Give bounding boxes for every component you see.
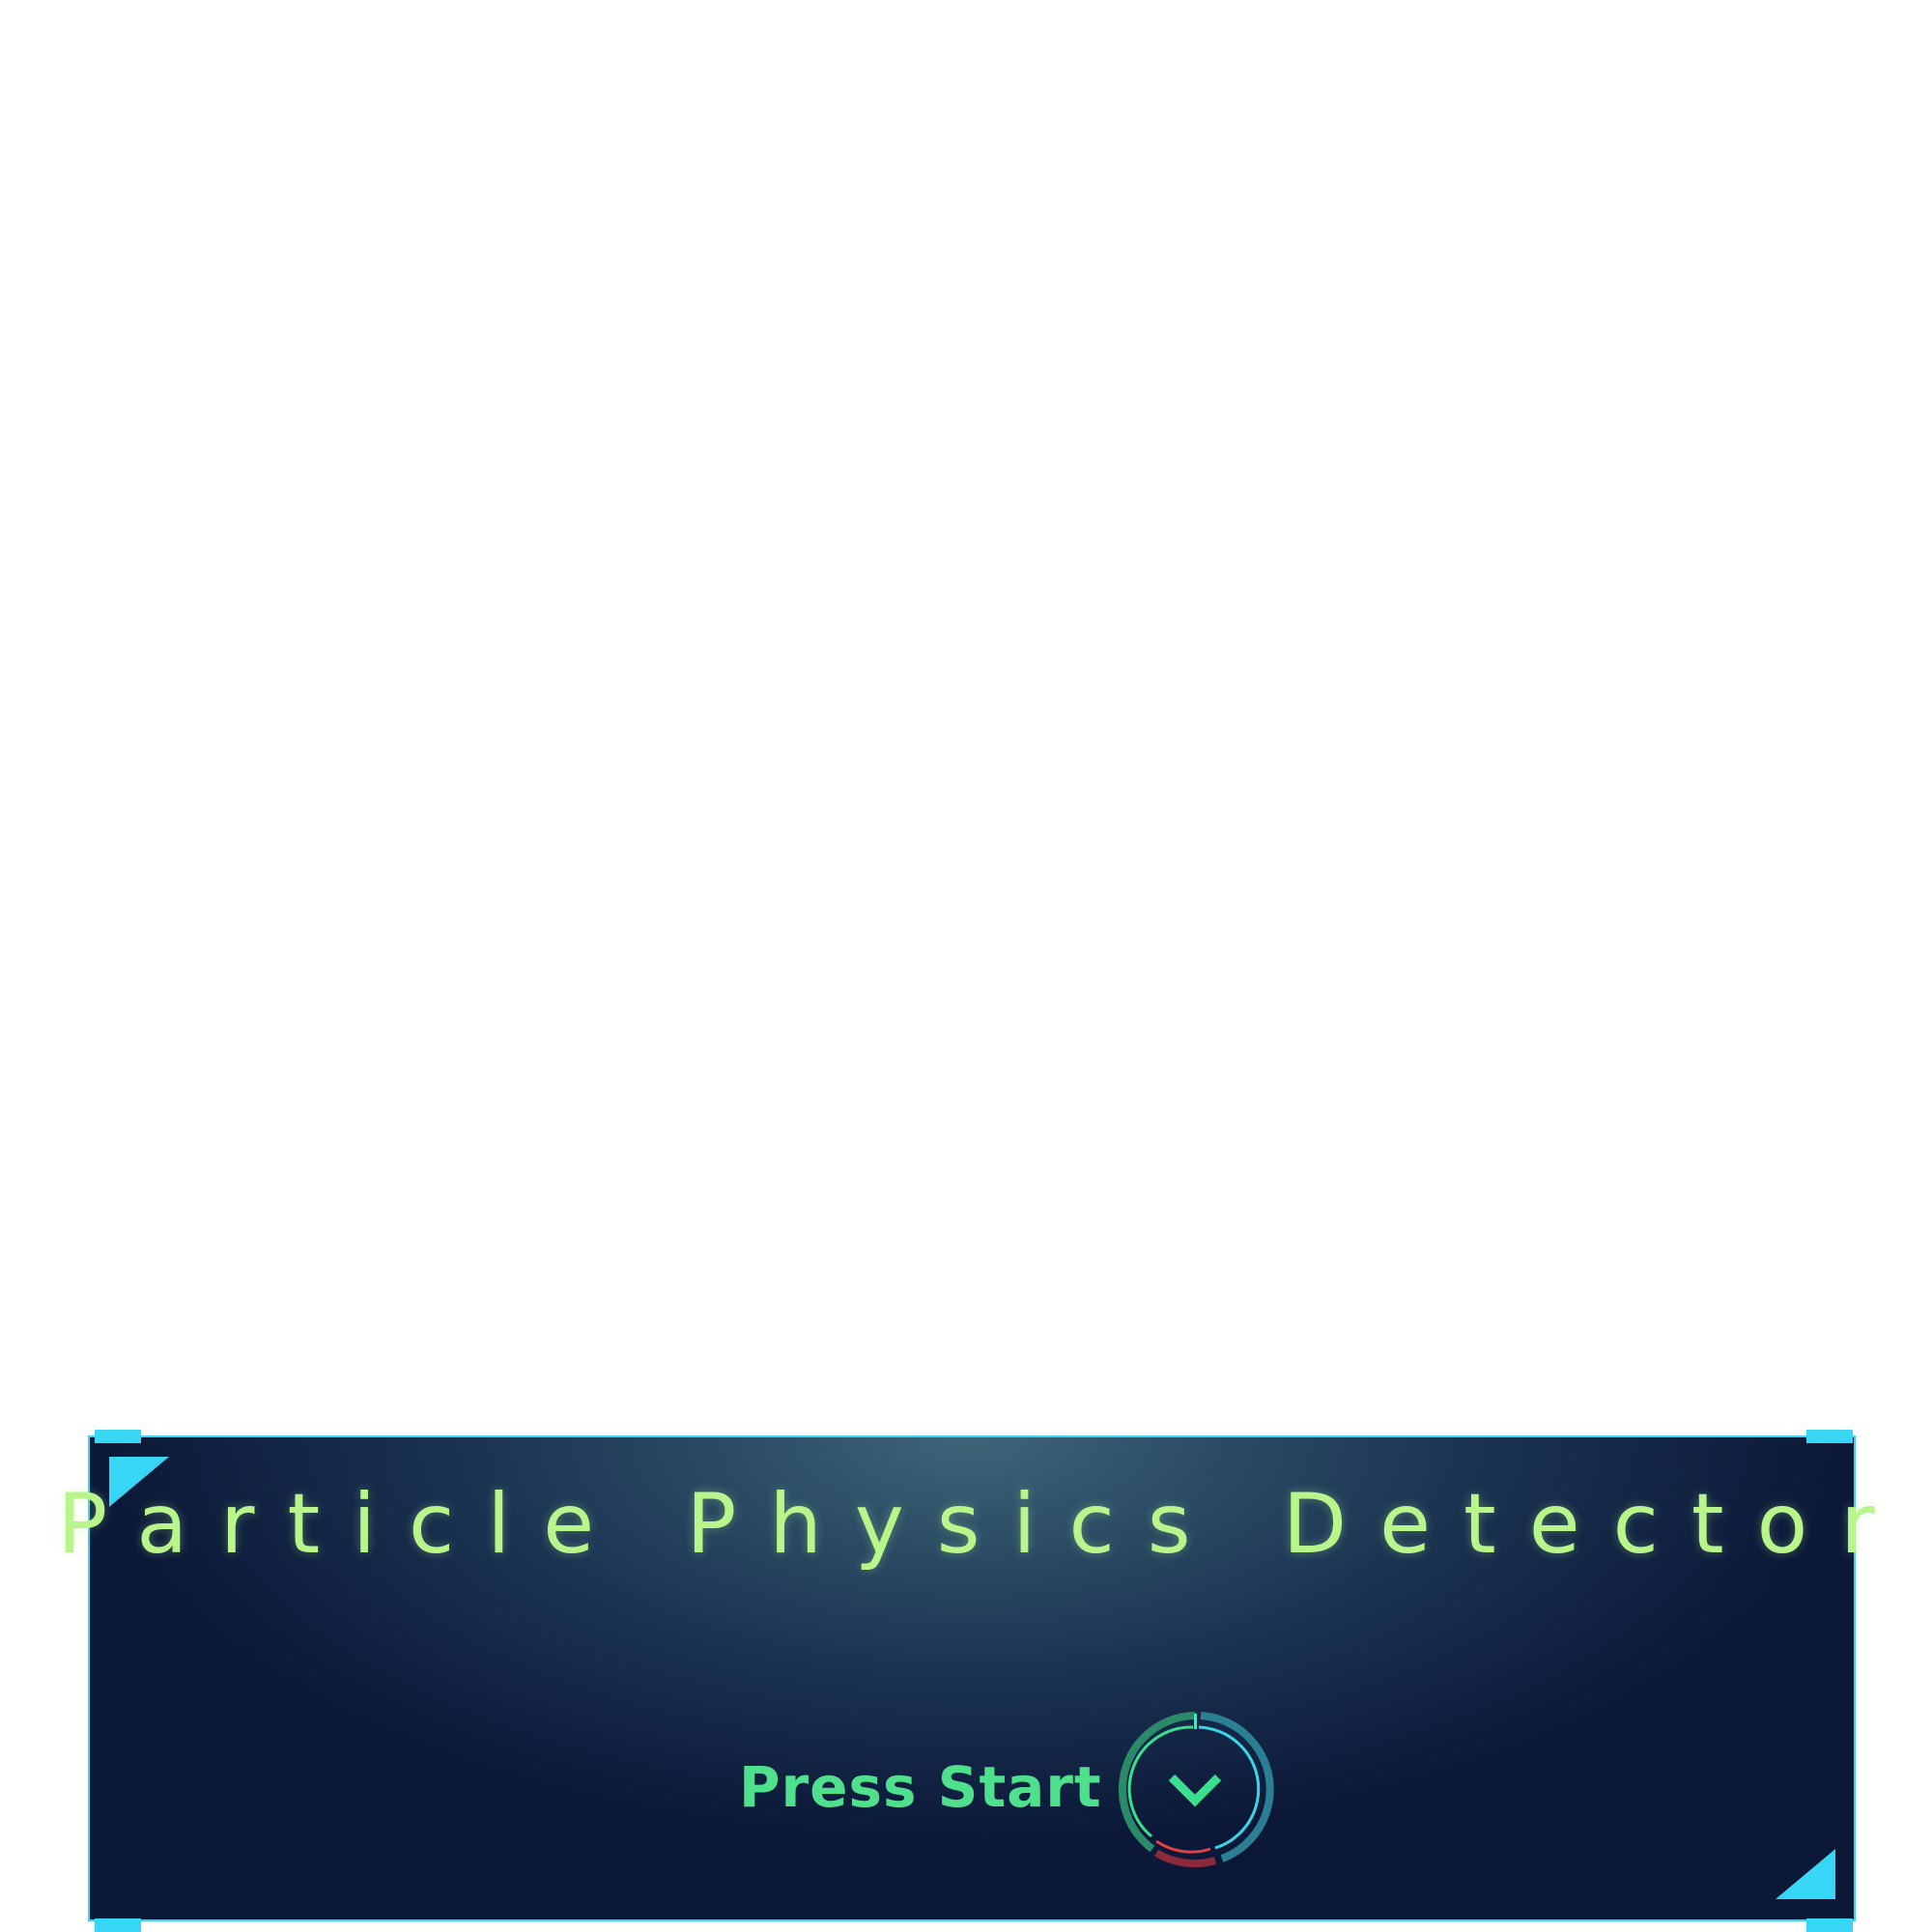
start-row: Press Start bbox=[0, 1710, 1932, 1874]
panel-tab-top-right bbox=[1806, 1430, 1853, 1443]
panel-tab-bottom-left bbox=[95, 1918, 141, 1932]
panel-tab-top-left bbox=[95, 1430, 141, 1443]
chevron-down-icon bbox=[1168, 1774, 1222, 1807]
start-button[interactable] bbox=[1116, 1710, 1275, 1869]
game-title: Particle Physics Detector bbox=[57, 1476, 1908, 1573]
panel-tab-bottom-right bbox=[1806, 1918, 1853, 1932]
press-start-label[interactable]: Press Start bbox=[739, 1748, 1102, 1826]
